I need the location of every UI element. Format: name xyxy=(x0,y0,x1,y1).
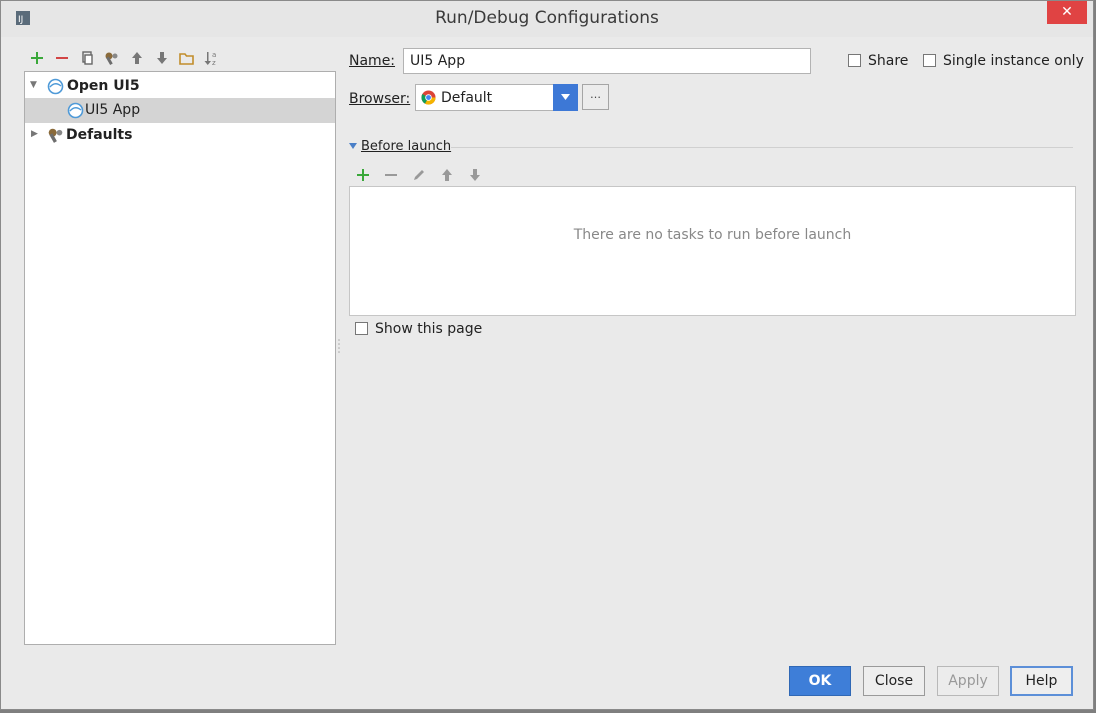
share-checkbox[interactable] xyxy=(848,54,861,67)
tree-item-label: UI5 App xyxy=(85,102,141,118)
section-collapse-icon[interactable] xyxy=(349,143,357,149)
run-debug-dialog: IJ Run/Debug Configurations ✕ az ▼ Open … xyxy=(0,0,1094,710)
ok-button[interactable]: OK xyxy=(789,666,851,696)
before-launch-task-list[interactable]: There are no tasks to run before launch xyxy=(349,186,1076,316)
empty-task-message: There are no tasks to run before launch xyxy=(573,227,852,243)
tree-item-defaults[interactable]: ▶ Defaults xyxy=(25,123,335,148)
wrench-icon xyxy=(48,128,63,143)
move-down-icon[interactable] xyxy=(152,49,171,68)
browser-select[interactable]: Default xyxy=(415,84,578,111)
collapsed-arrow-icon[interactable]: ▶ xyxy=(31,129,38,139)
share-label[interactable]: Share xyxy=(868,53,908,69)
help-button[interactable]: Help xyxy=(1010,666,1073,696)
add-icon[interactable] xyxy=(27,49,46,68)
config-toolbar: az xyxy=(27,48,221,68)
sort-icon[interactable]: az xyxy=(202,49,221,68)
tree-item-open-ui5[interactable]: ▼ Open UI5 xyxy=(25,74,335,99)
section-divider xyxy=(451,147,1073,148)
name-field[interactable]: UI5 App xyxy=(403,48,811,74)
splitter-handle[interactable] xyxy=(337,337,341,353)
svg-text:a: a xyxy=(212,51,216,59)
window-title: Run/Debug Configurations xyxy=(435,8,659,28)
browser-value: Default xyxy=(441,90,493,106)
show-page-label[interactable]: Show this page xyxy=(375,321,482,337)
browser-more-button[interactable]: … xyxy=(582,84,609,110)
show-page-checkbox[interactable] xyxy=(355,322,368,335)
before-launch-toolbar xyxy=(353,165,484,184)
tree-item-label: Open UI5 xyxy=(67,78,140,94)
add-task-icon[interactable] xyxy=(353,165,372,184)
chrome-icon xyxy=(421,90,436,105)
window-close-button[interactable]: ✕ xyxy=(1047,1,1087,24)
title-bar: IJ Run/Debug Configurations ✕ xyxy=(1,1,1093,37)
wrench-icon[interactable] xyxy=(102,49,121,68)
edit-task-icon[interactable] xyxy=(409,165,428,184)
apply-button[interactable]: Apply xyxy=(937,666,999,696)
close-button[interactable]: Close xyxy=(863,666,925,696)
folder-icon[interactable] xyxy=(177,49,196,68)
tree-item-ui5-app[interactable]: UI5 App xyxy=(25,98,335,123)
copy-icon[interactable] xyxy=(77,49,96,68)
browser-label: Browser: xyxy=(349,91,411,107)
configuration-tree[interactable]: ▼ Open UI5 UI5 App ▶ Defaults xyxy=(24,71,336,645)
remove-task-icon[interactable] xyxy=(381,165,400,184)
ui5-icon xyxy=(67,102,84,119)
chevron-down-icon xyxy=(561,94,570,100)
move-up-icon[interactable] xyxy=(127,49,146,68)
name-label: Name: xyxy=(349,53,396,69)
remove-icon[interactable] xyxy=(52,49,71,68)
move-task-up-icon[interactable] xyxy=(437,165,456,184)
single-instance-label[interactable]: Single instance only xyxy=(943,53,1084,69)
dropdown-arrow-button[interactable] xyxy=(553,84,578,111)
expanded-arrow-icon[interactable]: ▼ xyxy=(30,80,37,90)
tree-item-label: Defaults xyxy=(66,127,133,143)
ui5-icon xyxy=(47,78,64,95)
before-launch-title[interactable]: Before launch xyxy=(361,139,451,154)
single-instance-checkbox[interactable] xyxy=(923,54,936,67)
svg-text:z: z xyxy=(212,59,216,66)
move-task-down-icon[interactable] xyxy=(465,165,484,184)
